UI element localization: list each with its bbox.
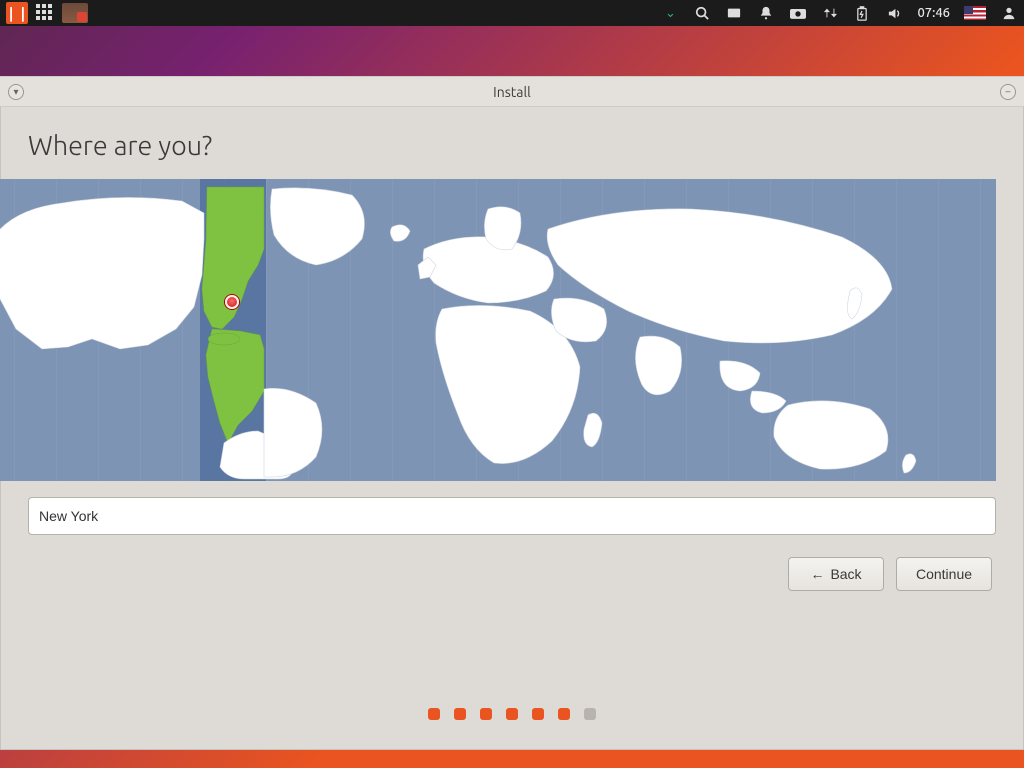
progress-dot: [532, 708, 544, 720]
progress-dots: [0, 708, 1024, 720]
installer-window: ▾ Install – Where are you?: [0, 76, 1024, 750]
timezone-input[interactable]: [28, 497, 996, 535]
continue-button[interactable]: Continue: [896, 557, 992, 591]
volume-icon[interactable]: [885, 4, 903, 22]
nav-buttons: ← Back Continue: [28, 557, 996, 591]
notifications-icon[interactable]: [757, 4, 775, 22]
back-button-label: Back: [830, 566, 861, 582]
page-heading: Where are you?: [28, 131, 996, 161]
system-topbar: ❘❘ ⌄ 07:46: [0, 0, 1024, 26]
user-icon[interactable]: [1000, 4, 1018, 22]
window-titlebar[interactable]: ▾ Install –: [0, 77, 1024, 107]
progress-dot: [454, 708, 466, 720]
clock[interactable]: 07:46: [917, 6, 950, 20]
location-marker-icon[interactable]: [225, 295, 239, 309]
topbar-tray: ⌄ 07:46: [661, 4, 1018, 22]
battery-icon[interactable]: [853, 4, 871, 22]
form-area: ← Back Continue: [0, 481, 1024, 591]
camera-icon[interactable]: [789, 4, 807, 22]
progress-dot: [506, 708, 518, 720]
world-map-svg: [0, 179, 996, 481]
timezone-map[interactable]: [0, 179, 996, 481]
window-menu-button[interactable]: ▾: [8, 84, 24, 100]
installer-content: Where are you?: [0, 107, 1024, 161]
progress-dot: [558, 708, 570, 720]
topbar-left: ❘❘: [6, 2, 88, 24]
arrow-left-icon: ←: [810, 566, 824, 582]
workspace-icon[interactable]: [725, 4, 743, 22]
chevron-down-icon[interactable]: ⌄: [661, 4, 679, 22]
installer-taskbar-icon[interactable]: [62, 3, 88, 23]
launcher-icon[interactable]: ❘❘: [6, 2, 28, 24]
progress-dot: [428, 708, 440, 720]
window-minimize-button[interactable]: –: [1000, 84, 1016, 100]
apps-grid-icon[interactable]: [36, 4, 54, 22]
window-title: Install: [24, 84, 1000, 100]
search-icon[interactable]: [693, 4, 711, 22]
progress-dot: [584, 708, 596, 720]
progress-dot: [480, 708, 492, 720]
back-button[interactable]: ← Back: [788, 557, 884, 591]
network-icon[interactable]: [821, 4, 839, 22]
keyboard-layout-flag-icon[interactable]: [964, 6, 986, 20]
continue-button-label: Continue: [916, 566, 972, 582]
